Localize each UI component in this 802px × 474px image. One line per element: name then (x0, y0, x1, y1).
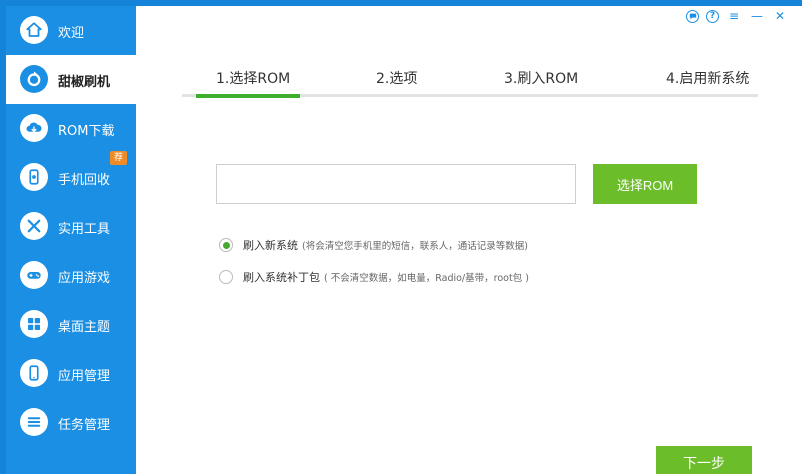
menu-icon[interactable]: ≡ (726, 9, 742, 23)
phone-icon (20, 359, 48, 387)
sidebar-item-label: 欢迎 (58, 26, 85, 41)
recommend-badge: 荐 (110, 151, 128, 165)
sidebar-item-phone-recycle[interactable]: 手机回收 荐 (6, 151, 136, 202)
cloud-download-icon (20, 114, 48, 142)
sidebar-item-games[interactable]: 应用游戏 (6, 251, 136, 300)
sidebar-item-tools[interactable]: 实用工具 (6, 202, 136, 251)
step-4: 4.启用新系统 (666, 71, 750, 87)
next-step-button[interactable]: 下一步 (656, 446, 752, 474)
step-2: 2.选项 (376, 71, 418, 87)
list-icon (20, 408, 48, 436)
sidebar-item-flash[interactable]: 甜椒刷机 (6, 55, 136, 104)
sidebar-item-label: 应用管理 (58, 369, 111, 384)
minimize-icon[interactable]: — (749, 9, 765, 23)
flash-refresh-icon (20, 65, 48, 93)
help-icon[interactable]: ? (706, 9, 719, 23)
radio-button[interactable] (219, 270, 233, 284)
radio-button[interactable] (219, 238, 233, 252)
phone-recycle-icon (20, 163, 48, 191)
close-icon[interactable]: ✕ (772, 9, 788, 23)
select-rom-button[interactable]: 选择ROM (593, 164, 697, 204)
step-progress-track (182, 94, 758, 98)
step-3: 3.刷入ROM (504, 71, 579, 87)
sidebar-item-label: 手机回收 (58, 173, 111, 188)
option-note: (将会清空您手机里的短信，联系人，通话记录等数据) (302, 241, 528, 252)
sidebar-item-welcome[interactable]: 欢迎 (6, 6, 136, 55)
option-flash-patch[interactable]: 刷入系统补丁包 ( 不会清空数据，如电量，Radio/基带，root包 ) (219, 269, 529, 285)
sidebar-item-themes[interactable]: 桌面主题 (6, 300, 136, 349)
sidebar-item-task-manager[interactable]: 任务管理 (6, 398, 136, 447)
sidebar-item-app-manager[interactable]: 应用管理 (6, 349, 136, 398)
step-progress-fill (196, 94, 300, 98)
option-note: ( 不会清空数据，如电量，Radio/基带，root包 ) (324, 273, 529, 284)
sidebar-item-label: 实用工具 (58, 222, 111, 237)
window-controls: ? ≡ — ✕ (686, 9, 788, 23)
chat-icon[interactable] (686, 9, 699, 23)
sidebar-item-label: ROM下载 (58, 124, 115, 139)
grid-icon (20, 310, 48, 338)
sidebar: 欢迎 甜椒刷机 ROM下载 手机回收 荐 实用工具 应用游戏 桌面主题 应用管理… (6, 6, 136, 474)
sidebar-item-rom-download[interactable]: ROM下载 (6, 104, 136, 153)
sidebar-item-label: 桌面主题 (58, 320, 111, 335)
option-label: 刷入新系统 (243, 239, 298, 252)
sidebar-item-label: 甜椒刷机 (58, 75, 111, 90)
home-icon (20, 16, 48, 44)
tools-icon (20, 212, 48, 240)
sidebar-item-label: 任务管理 (58, 418, 111, 433)
step-1: 1.选择ROM (216, 71, 291, 87)
sidebar-item-label: 应用游戏 (58, 271, 111, 286)
rom-path-input[interactable] (216, 164, 576, 204)
option-label: 刷入系统补丁包 (243, 271, 320, 284)
app-window: 欢迎 甜椒刷机 ROM下载 手机回收 荐 实用工具 应用游戏 桌面主题 应用管理… (0, 0, 802, 474)
step-indicator: 1.选择ROM 2.选项 3.刷入ROM 4.启用新系统 (182, 64, 758, 104)
gamepad-icon (20, 261, 48, 289)
option-flash-new-system[interactable]: 刷入新系统 (将会清空您手机里的短信，联系人，通话记录等数据) (219, 237, 528, 253)
